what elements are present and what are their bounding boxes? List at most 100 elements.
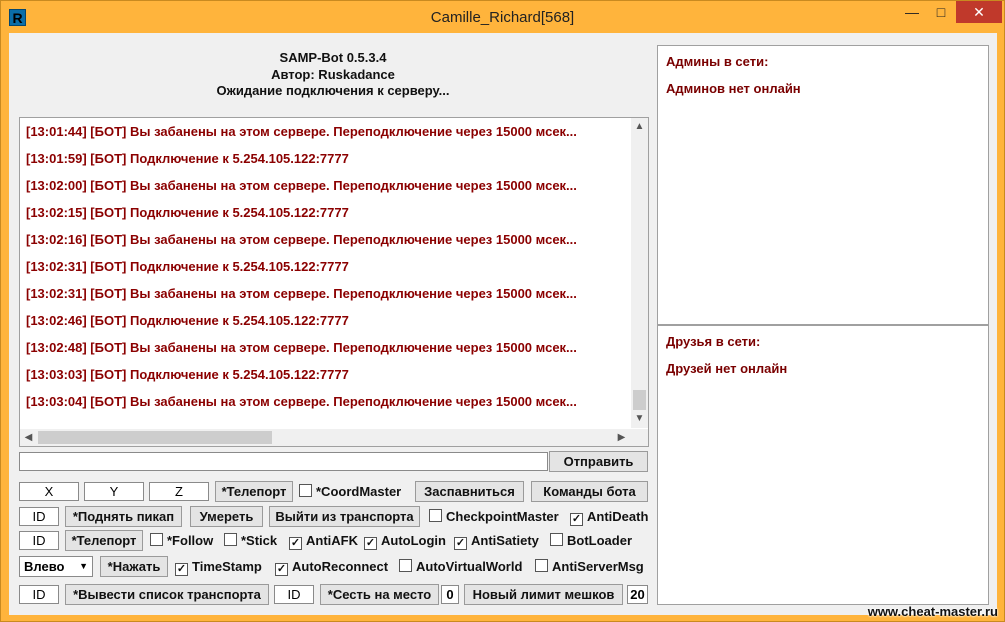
autologin-checkbox[interactable]: ✓ AutoLogin — [364, 533, 446, 550]
checkbox-box[interactable] — [429, 509, 442, 522]
log-line: [13:02:46] [БОТ] Подключение к 5.254.105… — [26, 313, 349, 328]
follow-checkbox[interactable]: *Follow — [150, 533, 213, 549]
seat-number-field[interactable]: 0 — [441, 585, 459, 604]
autologin-label: AutoLogin — [381, 533, 446, 548]
log-line: [13:02:00] [БОТ] Вы забанены на этом сер… — [26, 178, 577, 193]
log-line: [13:02:31] [БОТ] Подключение к 5.254.105… — [26, 259, 349, 274]
checkbox-box[interactable]: ✓ — [364, 537, 377, 550]
vertical-scrollbar[interactable]: ▲ ▼ — [631, 118, 648, 428]
chat-log[interactable]: [13:01:44] [БОТ] Вы забанены на этом сер… — [19, 117, 649, 447]
timestamp-checkbox[interactable]: ✓ TimeStamp — [175, 559, 262, 576]
checkbox-box[interactable] — [399, 559, 412, 572]
admins-status: Админов нет онлайн — [666, 81, 801, 96]
log-line: [13:02:16] [БОТ] Вы забанены на этом сер… — [26, 232, 577, 247]
x-coord-field[interactable]: X — [19, 482, 79, 501]
checkbox-box[interactable]: ✓ — [175, 563, 188, 576]
log-line: [13:02:31] [БОТ] Вы забанены на этом сер… — [26, 286, 577, 301]
checkbox-box[interactable]: ✓ — [570, 513, 583, 526]
autovirtualworld-label: AutoVirtualWorld — [416, 559, 523, 574]
player-id-field[interactable]: ID — [19, 531, 59, 550]
pickup-id-field[interactable]: ID — [19, 507, 59, 526]
checkpointmaster-label: CheckpointMaster — [446, 509, 559, 524]
app-window: R Camille_Richard[568] — □ ✕ SAMP-Bot 0.… — [0, 0, 1005, 622]
window-title: Camille_Richard[568] — [430, 9, 575, 26]
y-coord-field[interactable]: Y — [84, 482, 144, 501]
antideath-label: AntiDeath — [587, 509, 649, 524]
log-line: [13:03:04] [БОТ] Вы забанены на этом сер… — [26, 394, 577, 409]
checkbox-box[interactable]: ✓ — [289, 537, 302, 550]
die-button[interactable]: Умереть — [190, 506, 263, 527]
list-vehicles-button[interactable]: *Вывести список транспорта — [65, 584, 269, 605]
respawn-button[interactable]: Заспавниться — [415, 481, 524, 502]
seat-vehicle-id-field[interactable]: ID — [274, 585, 314, 604]
teleport-to-player-button[interactable]: *Телепорт — [65, 530, 143, 551]
friends-status: Друзей нет онлайн — [666, 361, 788, 376]
message-input[interactable] — [19, 452, 548, 471]
exit-vehicle-button[interactable]: Выйти из транспорта — [269, 506, 420, 527]
connection-status: Ожидание подключения к серверу... — [216, 83, 450, 98]
bag-limit-button[interactable]: Новый лимит мешков — [464, 584, 623, 605]
antideath-checkbox[interactable]: ✓ AntiDeath — [570, 509, 648, 526]
admins-title: Админы в сети: — [666, 54, 769, 69]
follow-label: *Follow — [167, 533, 214, 548]
z-coord-field[interactable]: Z — [149, 482, 209, 501]
vertical-scroll-thumb[interactable] — [633, 390, 646, 410]
checkbox-box[interactable] — [150, 533, 163, 546]
send-button[interactable]: Отправить — [549, 451, 648, 472]
direction-dropdown[interactable]: Влево ▼ — [19, 556, 93, 577]
stick-label: *Stick — [241, 533, 278, 548]
autovirtualworld-checkbox[interactable]: AutoVirtualWorld — [399, 559, 522, 575]
horizontal-scrollbar[interactable]: ◀ ▶ — [20, 429, 648, 446]
coordmaster-label: *CoordMaster — [316, 484, 402, 499]
antisatiety-label: AntiSatiety — [471, 533, 539, 548]
checkbox-box[interactable]: ✓ — [454, 537, 467, 550]
checkbox-box[interactable]: ✓ — [275, 563, 288, 576]
scroll-left-icon[interactable]: ◀ — [20, 429, 37, 446]
title-bar[interactable]: R Camille_Richard[568] — □ ✕ — [1, 1, 1004, 33]
antisatiety-checkbox[interactable]: ✓ AntiSatiety — [454, 533, 539, 550]
app-version: SAMP-Bot 0.5.3.4 — [279, 50, 387, 65]
close-button[interactable]: ✕ — [956, 1, 1002, 23]
admins-panel: Админы в сети: Админов нет онлайн — [657, 45, 989, 325]
direction-value: Влево — [24, 559, 65, 574]
autoreconnect-label: AutoReconnect — [292, 559, 389, 574]
botloader-checkbox[interactable]: BotLoader — [550, 533, 632, 549]
antiservermsg-checkbox[interactable]: AntiServerMsg — [535, 559, 644, 575]
log-line: [13:02:48] [БОТ] Вы забанены на этом сер… — [26, 340, 577, 355]
log-line: [13:01:44] [БОТ] Вы забанены на этом сер… — [26, 124, 577, 139]
bot-commands-button[interactable]: Команды бота — [531, 481, 648, 502]
botloader-label: BotLoader — [567, 533, 632, 548]
sit-in-seat-button[interactable]: *Сесть на место — [320, 584, 439, 605]
checkbox-box[interactable] — [224, 533, 237, 546]
bag-limit-field[interactable]: 20 — [627, 585, 648, 604]
chevron-down-icon[interactable]: ▼ — [79, 557, 88, 576]
scroll-down-icon[interactable]: ▼ — [631, 410, 648, 427]
scroll-up-icon[interactable]: ▲ — [631, 118, 648, 135]
timestamp-label: TimeStamp — [192, 559, 262, 574]
checkpointmaster-checkbox[interactable]: CheckpointMaster — [429, 509, 559, 525]
antiservermsg-label: AntiServerMsg — [552, 559, 644, 574]
client-area: SAMP-Bot 0.5.3.4 Автор: Ruskadance Ожида… — [9, 33, 997, 615]
checkbox-box[interactable] — [535, 559, 548, 572]
antiafk-checkbox[interactable]: ✓ AntiAFK — [289, 533, 358, 550]
log-line: [13:03:03] [БОТ] Подключение к 5.254.105… — [26, 367, 349, 382]
horizontal-scroll-thumb[interactable] — [38, 431, 272, 444]
teleport-coords-button[interactable]: *Телепорт — [215, 481, 293, 502]
pickup-button[interactable]: *Поднять пикап — [65, 506, 182, 527]
antiafk-label: AntiAFK — [306, 533, 358, 548]
stick-checkbox[interactable]: *Stick — [224, 533, 277, 549]
log-line: [13:01:59] [БОТ] Подключение к 5.254.105… — [26, 151, 349, 166]
maximize-button[interactable]: □ — [927, 1, 955, 23]
checkbox-box[interactable] — [299, 484, 312, 497]
log-line: [13:02:15] [БОТ] Подключение к 5.254.105… — [26, 205, 349, 220]
scroll-right-icon[interactable]: ▶ — [613, 429, 630, 446]
coordmaster-checkbox[interactable]: *CoordMaster — [299, 484, 401, 500]
minimize-button[interactable]: — — [898, 1, 926, 23]
autoreconnect-checkbox[interactable]: ✓ AutoReconnect — [275, 559, 388, 576]
watermark: www.cheat-master.ru — [867, 604, 998, 619]
checkbox-box[interactable] — [550, 533, 563, 546]
vehicle-id-field[interactable]: ID — [19, 585, 59, 604]
app-author: Автор: Ruskadance — [271, 67, 395, 82]
friends-panel: Друзья в сети: Друзей нет онлайн — [657, 325, 989, 605]
press-key-button[interactable]: *Нажать — [100, 556, 168, 577]
